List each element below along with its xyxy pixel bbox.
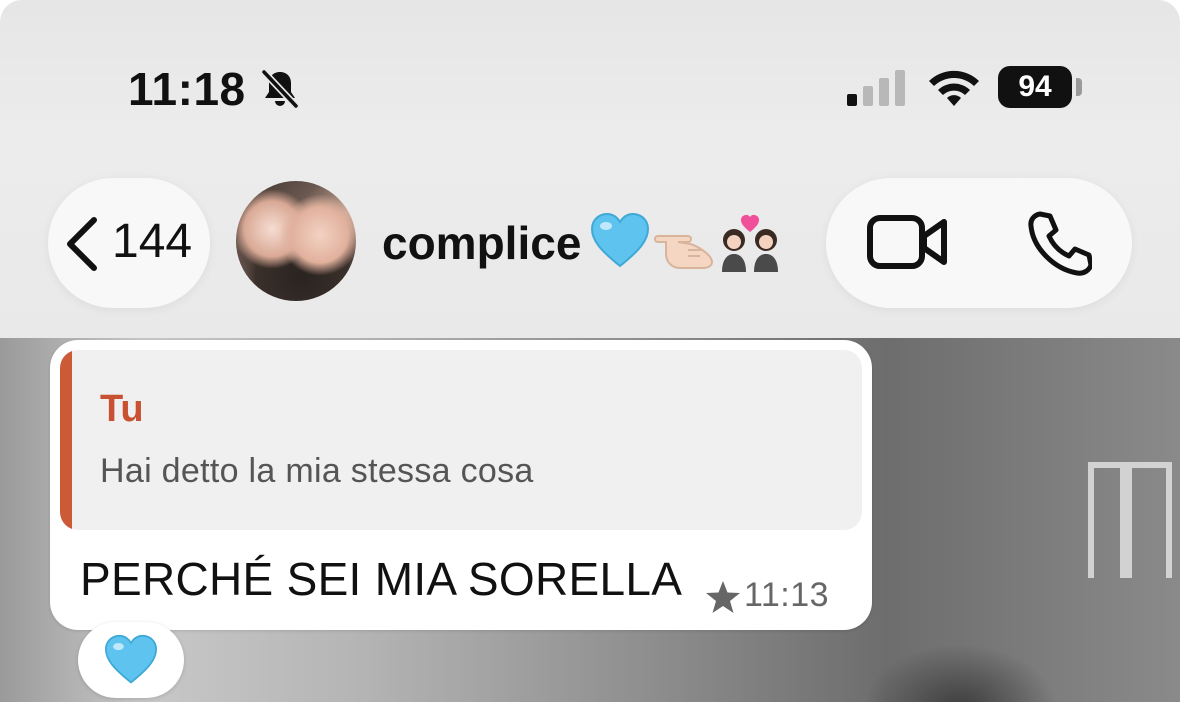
two-women-with-heart-emoji: [722, 215, 778, 272]
battery-tip: [1076, 78, 1082, 96]
wallpaper-detail: [1088, 462, 1172, 578]
contact-name[interactable]: complice: [382, 216, 581, 270]
quoted-message[interactable]: [60, 350, 862, 530]
unread-count[interactable]: 144: [112, 214, 192, 269]
avatar[interactable]: [236, 181, 356, 301]
quote-text: Hai detto la mia stessa cosa: [100, 452, 534, 490]
star-icon: [706, 581, 740, 613]
quote-author: Tu: [100, 388, 144, 430]
chevron-left-icon[interactable]: [62, 216, 100, 272]
wifi-icon: [929, 70, 979, 106]
status-time: 11:18: [128, 63, 246, 115]
message-time: 11:13: [744, 576, 830, 614]
blue-heart-emoji: [590, 212, 650, 268]
battery-icon: 94: [998, 66, 1072, 108]
blue-heart-reaction-icon[interactable]: [104, 634, 158, 686]
message-text: PERCHÉ SEI MIA SORELLA: [80, 553, 683, 605]
cellular-signal-icon: [847, 70, 905, 106]
pointing-hand-emoji: [654, 235, 714, 269]
phone-call-icon[interactable]: [1026, 210, 1092, 276]
video-call-icon[interactable]: [866, 212, 950, 272]
quote-accent-bar: [60, 350, 72, 530]
bell-slash-icon: [260, 68, 300, 110]
